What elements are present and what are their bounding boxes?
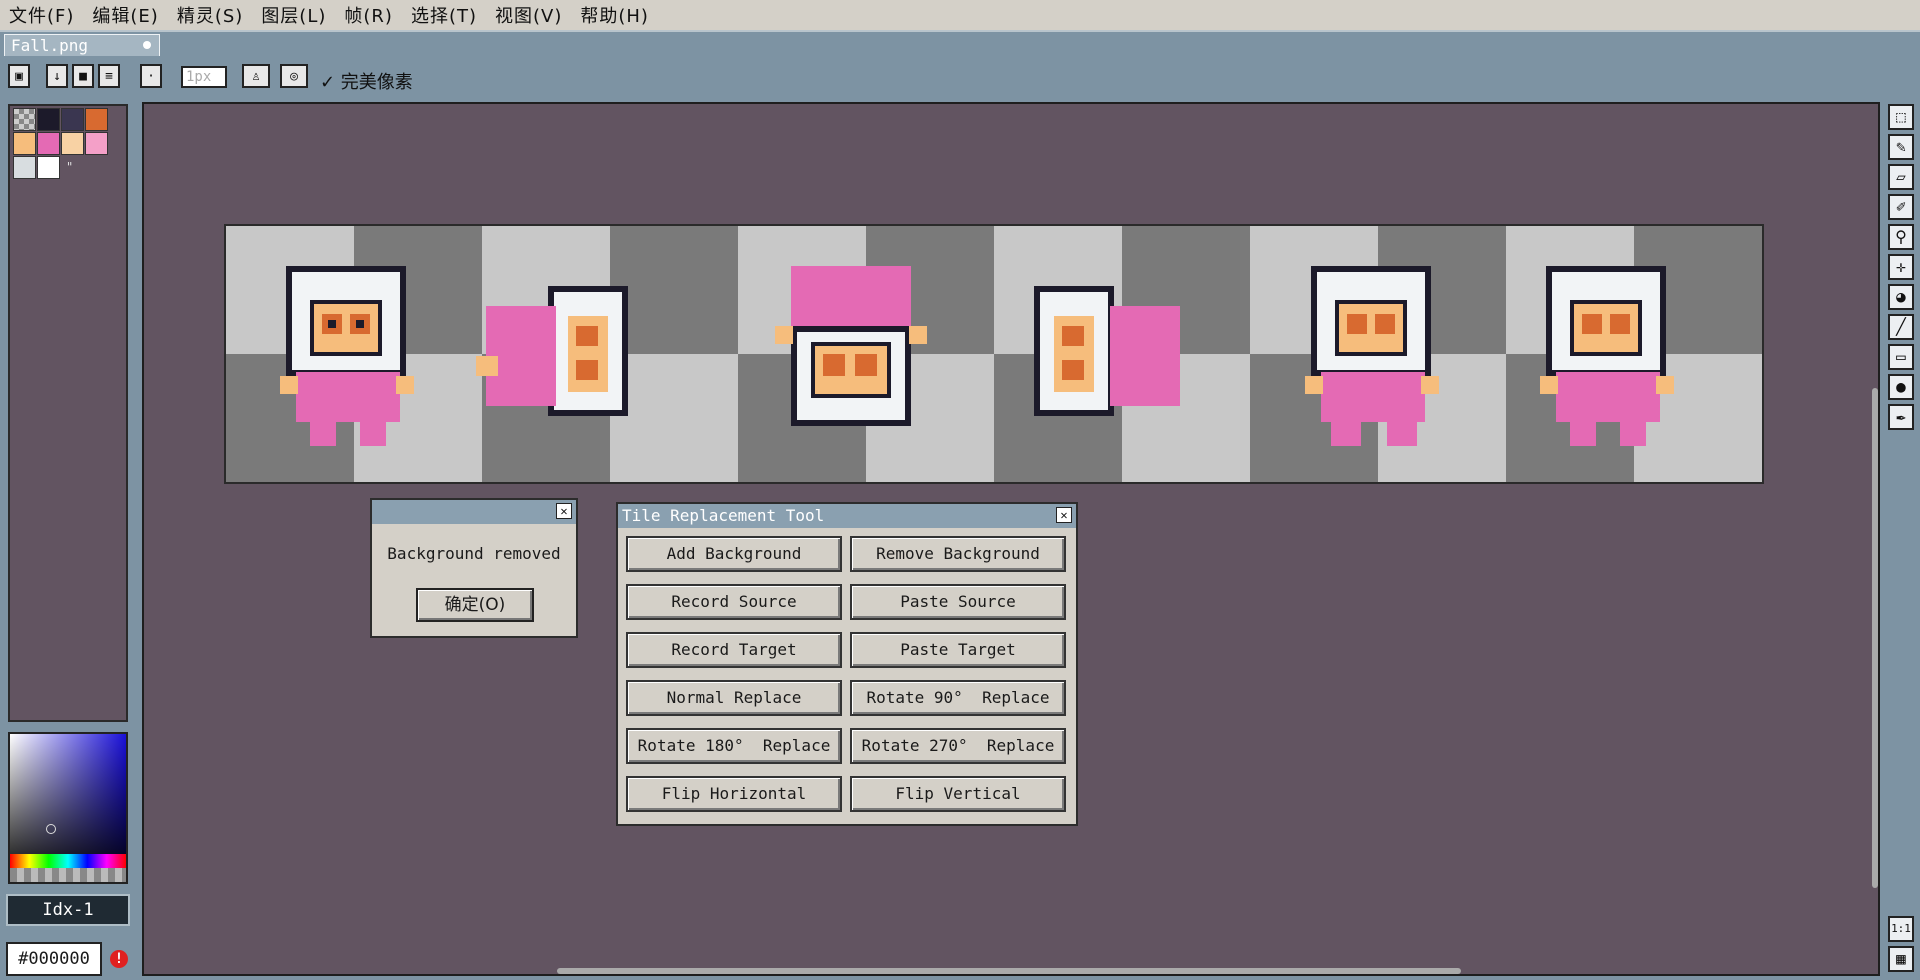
menu-icon[interactable]: ≡ [98,64,120,88]
brush-dot-icon[interactable]: · [140,64,162,88]
normal-replace-button[interactable]: Normal Replace [626,680,842,716]
flip-vertical-button[interactable]: Flip Vertical [850,776,1066,812]
eraser-icon[interactable]: ▱ [1888,164,1914,190]
dialog-message: Background removed [387,544,561,563]
dialog-titlebar[interactable]: ✕ [372,500,576,524]
sprite-frame-3[interactable] [771,256,931,456]
rotate-270-replace-button[interactable]: Rotate 270° Replace [850,728,1066,764]
rectangle-icon[interactable]: ▭ [1888,344,1914,370]
palette-swatch-transparent[interactable] [13,108,36,131]
menu-layer[interactable]: 图层(L) [252,2,335,28]
menu-sprite[interactable]: 精灵(S) [168,2,252,28]
palette-swatch[interactable] [13,156,36,179]
message-dialog: ✕ Background removed 确定(O) [370,498,578,638]
palette-swatch[interactable] [37,108,60,131]
close-icon[interactable]: ✕ [1056,507,1072,523]
menu-view[interactable]: 视图(V) [486,2,571,28]
palette-swatch[interactable] [13,132,36,155]
close-icon[interactable]: ✕ [556,503,572,519]
pencil-icon[interactable]: ✎ [1888,134,1914,160]
sprite-frame-4[interactable] [1026,256,1186,456]
menu-select[interactable]: 选择(T) [402,2,486,28]
flip-horizontal-button[interactable]: Flip Horizontal [626,776,842,812]
menu-edit[interactable]: 编辑(E) [83,2,167,28]
tab-file[interactable]: Fall.png [4,34,160,56]
stamp-icon[interactable]: ♙ [242,64,270,88]
tool-title: Tile Replacement Tool [622,506,825,525]
sprite-frame-5[interactable] [1291,256,1451,456]
arrow-down-icon[interactable]: ↓ [46,64,68,88]
palette-swatch[interactable] [37,132,60,155]
palette-swatch[interactable] [61,132,84,155]
target-icon[interactable]: ◎ [280,64,308,88]
menu-bar: 文件(F) 编辑(E) 精灵(S) 图层(L) 帧(R) 选择(T) 视图(V)… [0,0,1920,30]
palette-swatch[interactable] [85,132,108,155]
palette-more: " [66,160,74,174]
marquee-icon[interactable]: ⬚ [1888,104,1914,130]
menu-file[interactable]: 文件(F) [0,2,83,28]
color-picker[interactable] [8,732,128,884]
move-icon[interactable]: ✛ [1888,254,1914,280]
add-background-button[interactable]: Add Background [626,536,842,572]
palette-panel: " [8,104,128,722]
alpha-slider[interactable] [10,868,126,882]
vertical-scrollbar[interactable] [1872,388,1878,888]
tool-titlebar[interactable]: Tile Replacement Tool ✕ [618,504,1076,528]
color-index-label: Idx-1 [6,894,130,926]
rotate-90-replace-button[interactable]: Rotate 90° Replace [850,680,1066,716]
warning-icon[interactable]: ! [110,950,128,968]
ellipse-icon[interactable]: ● [1888,374,1914,400]
grid-icon[interactable]: ▦ [1888,946,1914,972]
brush-icon[interactable]: ✒ [1888,404,1914,430]
paste-target-button[interactable]: Paste Target [850,632,1066,668]
horizontal-scrollbar[interactable] [557,968,1461,974]
lock-icon[interactable]: ▣ [8,64,30,88]
sprite-frame-6[interactable] [1526,256,1686,456]
tab-bar: Fall.png [0,30,1920,56]
picker-cursor[interactable] [46,824,56,834]
palette-swatch[interactable] [37,156,60,179]
pixel-perfect-checkbox[interactable]: ✓ 完美像素 [320,68,413,94]
paste-source-button[interactable]: Paste Source [850,584,1066,620]
hue-slider[interactable] [10,854,126,868]
rotate-180-replace-button[interactable]: Rotate 180° Replace [626,728,842,764]
zoom-icon[interactable]: ⚲ [1888,224,1914,250]
pixel-size-input[interactable]: 1px [181,66,227,88]
tab-title: Fall.png [11,36,89,55]
fill-icon[interactable]: ◕ [1888,284,1914,310]
remove-background-button[interactable]: Remove Background [850,536,1066,572]
unsaved-dot-icon[interactable] [143,41,151,49]
palette-swatch[interactable] [85,108,108,131]
tile-replacement-tool: Tile Replacement Tool ✕ Add Background R… [616,502,1078,826]
zoom-reset-button[interactable]: 1:1 [1888,916,1914,942]
toolbar: ▣ ↓ ■ ≡ · 1px ♙ ◎ ✓ 完美像素 [0,56,1920,98]
eyedropper-icon[interactable]: ✐ [1888,194,1914,220]
sprite-sheet[interactable] [224,224,1764,484]
record-target-button[interactable]: Record Target [626,632,842,668]
ok-button[interactable]: 确定(O) [416,588,534,622]
hex-color-field[interactable]: #000000 [6,942,102,976]
sprite-frame-1[interactable] [266,256,426,456]
sprite-frame-2[interactable] [476,256,636,456]
menu-frame[interactable]: 帧(R) [335,2,402,28]
line-icon[interactable]: ╱ [1888,314,1914,340]
square-icon[interactable]: ■ [72,64,94,88]
menu-help[interactable]: 帮助(H) [571,2,658,28]
palette-swatch[interactable] [61,108,84,131]
record-source-button[interactable]: Record Source [626,584,842,620]
